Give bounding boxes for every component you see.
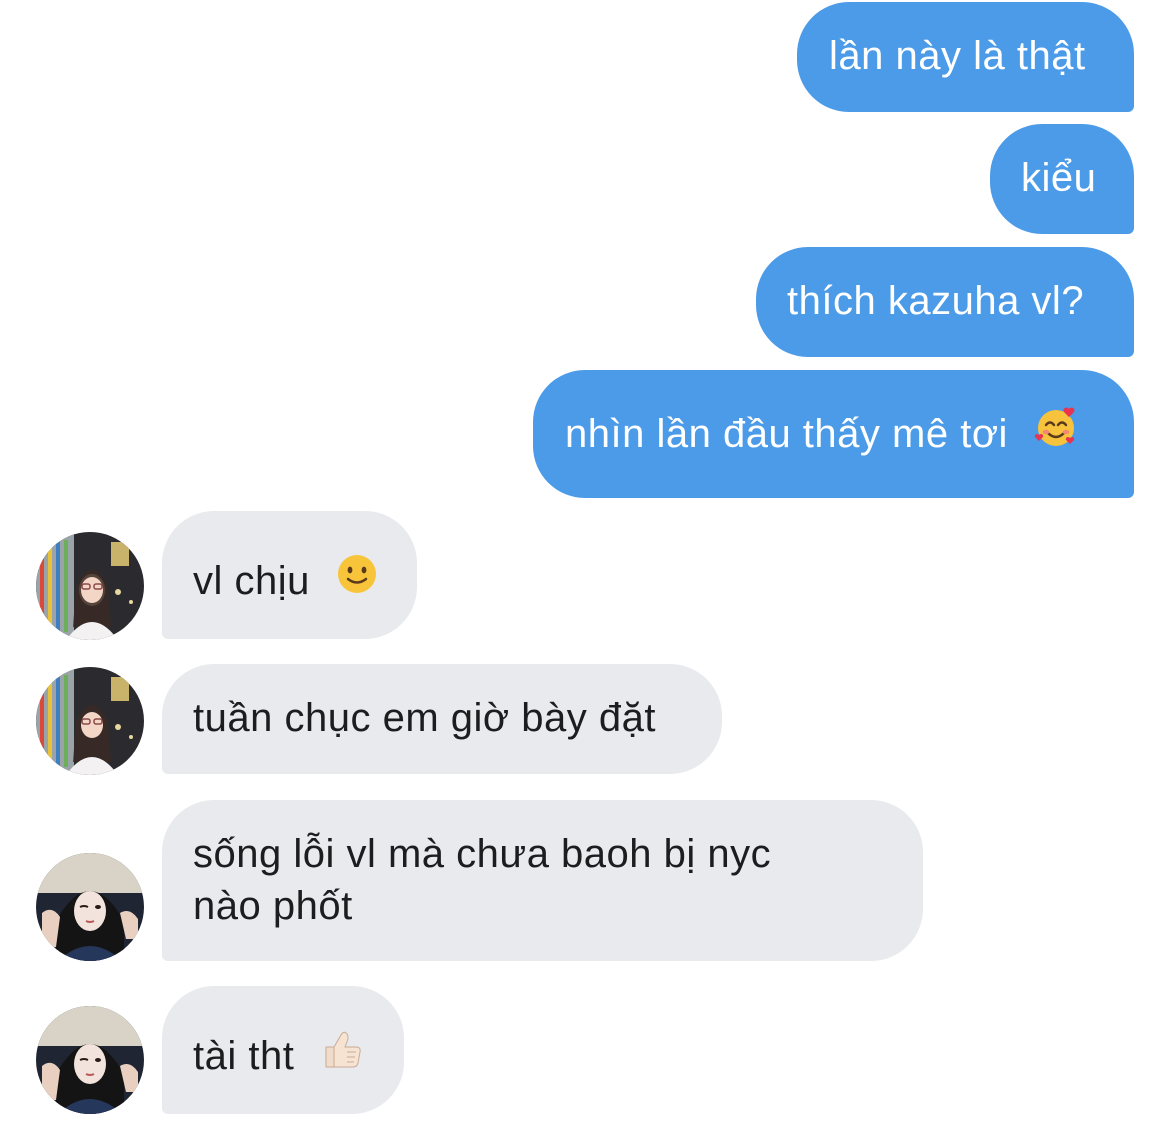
avatar-girl-street[interactable]: [36, 532, 144, 640]
message-text: thích kazuha vl?: [787, 279, 1085, 323]
message-text: kiểu: [1021, 156, 1097, 200]
avatar-girl-wink[interactable]: [36, 853, 144, 961]
thumbs-up-emoji: [320, 1027, 364, 1084]
smiling-face-with-hearts-emoji: [1034, 405, 1078, 462]
message-text: nhìn lần đầu thấy mê tơi: [565, 412, 1008, 457]
avatar-girl-street[interactable]: [36, 667, 144, 775]
message-text: tuần chục em giờ bày đặt: [193, 696, 656, 740]
received-message-bubble[interactable]: tài tht: [162, 986, 404, 1114]
message-text: vl chịu: [193, 559, 310, 603]
sent-message-bubble[interactable]: kiểu: [990, 124, 1134, 234]
received-message-bubble[interactable]: sống lỗi vl mà chưa baoh bị nyc nào phốt: [162, 800, 923, 961]
message-text: sống lỗi vl mà chưa baoh bị nyc nào phốt: [193, 832, 772, 928]
sent-message-bubble[interactable]: nhìn lần đầu thấy mê tơi: [533, 370, 1134, 498]
avatar-girl-wink[interactable]: [36, 1006, 144, 1114]
sent-message-bubble[interactable]: lần này là thật: [797, 2, 1134, 112]
received-message-bubble[interactable]: vl chịu: [162, 511, 417, 639]
received-message-bubble[interactable]: tuần chục em giờ bày đặt: [162, 664, 722, 774]
message-text: lần này là thật: [829, 34, 1086, 78]
message-text: tài tht: [193, 1034, 295, 1079]
slightly-smiling-face-emoji: [336, 553, 378, 608]
sent-message-bubble[interactable]: thích kazuha vl?: [756, 247, 1134, 357]
